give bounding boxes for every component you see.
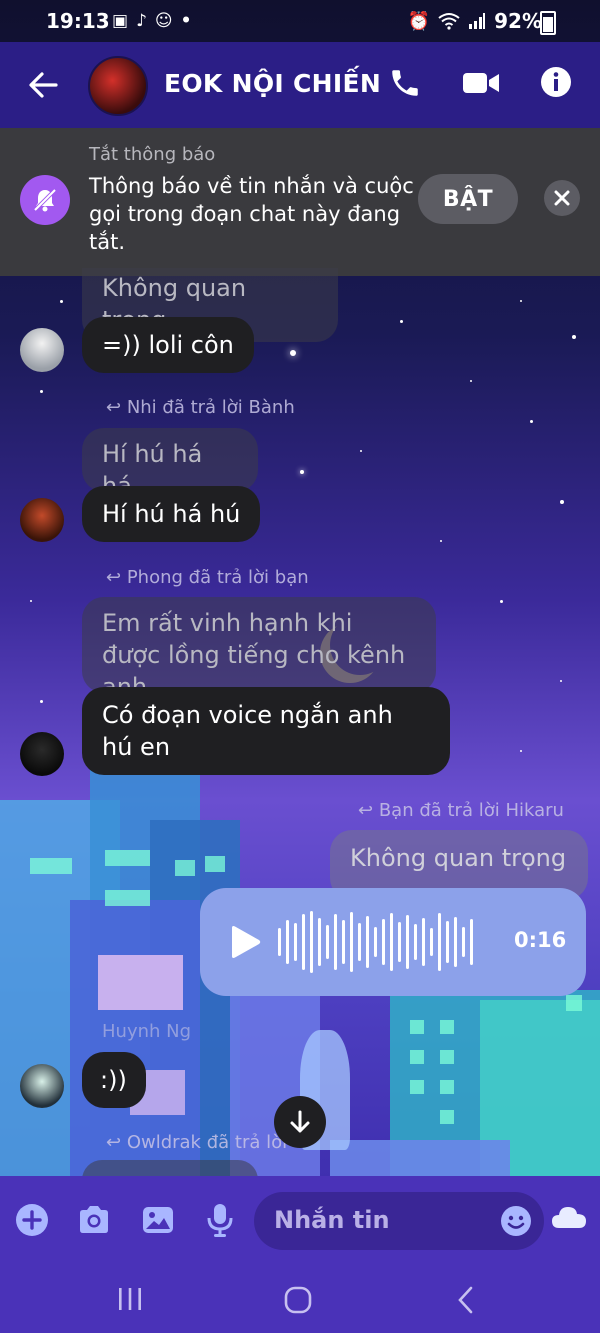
- more-actions-button[interactable]: [14, 1202, 50, 1238]
- message-bubble[interactable]: Có đoạn voice ngắn anh hú en: [82, 687, 450, 775]
- message-bubble[interactable]: Hí hú há hú: [82, 486, 261, 542]
- home-button[interactable]: [284, 1286, 312, 1318]
- back-nav-button[interactable]: [456, 1286, 476, 1318]
- emoji-button[interactable]: [500, 1205, 532, 1241]
- message-text: =)) loli côn: [102, 331, 234, 359]
- back-button[interactable]: [26, 68, 60, 108]
- signal-icon: [469, 13, 486, 29]
- banner-text: Thông báo về tin nhắn và cuộc gọi trong …: [89, 174, 414, 254]
- arrow-down-icon: [290, 1110, 310, 1133]
- chat-header: EOK NỘI CHIẾN: [0, 42, 600, 128]
- camera-icon: [80, 1206, 108, 1233]
- chevron-left-icon: [458, 1286, 473, 1314]
- tiktok-icon: ♪: [136, 11, 147, 31]
- reply-label-text: Phong đã trả lời bạn: [126, 567, 309, 588]
- reply-indicator: ↩ Phong đã trả lời bạn: [106, 567, 309, 588]
- info-icon: [541, 67, 571, 97]
- gallery-icon: ▣: [112, 11, 129, 31]
- reply-indicator: ↩ Nhi đã trả lời Bành: [106, 397, 295, 418]
- banner-label: Tắt thông báo: [89, 144, 216, 165]
- close-icon: [554, 190, 570, 206]
- quick-reaction-button[interactable]: [550, 1202, 588, 1238]
- reply-indicator: ↩ Bạn đã trả lời Hikaru: [358, 800, 564, 821]
- gallery-button[interactable]: [140, 1202, 176, 1238]
- dot-icon: •: [180, 11, 192, 31]
- video-call-button[interactable]: [462, 66, 500, 100]
- audio-waveform[interactable]: [278, 910, 490, 974]
- chat-title[interactable]: EOK NỘI CHIẾN: [164, 69, 381, 98]
- reply-arrow-icon: ↩: [106, 567, 127, 588]
- reply-indicator: ↩ Owldrak đã trả lời: [106, 1132, 287, 1153]
- notification-icons: ▣ ♪ ☺ •: [112, 11, 192, 31]
- status-time: 19:13: [46, 9, 110, 33]
- wifi-icon: [438, 13, 460, 30]
- avatar[interactable]: [20, 328, 64, 372]
- turn-on-notifications-button[interactable]: BẬT: [418, 174, 518, 224]
- message-text: :)): [100, 1066, 127, 1094]
- image-icon: [143, 1207, 173, 1233]
- status-bar: 19:13 ▣ ♪ ☺ • ⏰ 92%: [0, 0, 600, 42]
- group-avatar[interactable]: [88, 56, 148, 116]
- dismiss-banner-button[interactable]: [544, 180, 580, 216]
- system-navigation-bar: [0, 1266, 600, 1333]
- message-bubble[interactable]: :)): [82, 1052, 146, 1108]
- arrow-left-icon: [29, 72, 58, 98]
- quoted-text: Không quan trọng: [350, 844, 567, 872]
- alarm-icon: ⏰: [407, 10, 431, 32]
- home-icon: [284, 1286, 312, 1314]
- app-icon: ☺: [154, 11, 173, 31]
- voice-duration: 0:16: [514, 928, 567, 952]
- recent-apps-button[interactable]: [116, 1286, 144, 1316]
- message-text: Có đoạn voice ngắn anh hú en: [102, 701, 393, 761]
- plus-circle-icon: [16, 1204, 48, 1236]
- camera-button[interactable]: [76, 1202, 112, 1238]
- phone-icon: [392, 70, 418, 96]
- microphone-icon: [207, 1204, 233, 1237]
- message-text: Hí hú há hú: [102, 500, 241, 528]
- avatar[interactable]: [20, 498, 64, 542]
- muted-notification-banner: Tắt thông báo Thông báo về tin nhắn và c…: [0, 128, 600, 276]
- cloud-icon: [552, 1207, 586, 1228]
- voice-message[interactable]: 0:16: [200, 888, 586, 996]
- message-bubble[interactable]: =)) loli côn: [82, 317, 254, 373]
- message-composer: Nhắn tin: [0, 1176, 600, 1266]
- reply-label-text: Owldrak đã trả lời: [126, 1132, 288, 1153]
- avatar[interactable]: [20, 1064, 64, 1108]
- play-icon: [232, 926, 261, 958]
- scroll-to-bottom-button[interactable]: [274, 1096, 326, 1148]
- battery-icon: [540, 11, 556, 35]
- reply-arrow-icon: ↩: [106, 397, 127, 418]
- sender-name: Huynh Ng: [102, 1021, 192, 1042]
- video-camera-icon: [463, 73, 499, 93]
- bell-off-icon: [20, 175, 70, 225]
- reply-label-text: Nhi đã trả lời Bành: [126, 397, 295, 418]
- voice-record-button[interactable]: [206, 1202, 234, 1238]
- reply-arrow-icon: ↩: [358, 800, 379, 821]
- play-button[interactable]: [228, 924, 262, 964]
- message-input[interactable]: Nhắn tin: [254, 1192, 544, 1250]
- quoted-message[interactable]: Em rất vinh hạnh khi được lồng tiếng cho…: [82, 597, 436, 701]
- message-input-placeholder: Nhắn tin: [274, 1206, 390, 1234]
- recents-icon: [119, 1288, 141, 1310]
- reply-arrow-icon: ↩: [106, 1132, 127, 1153]
- avatar[interactable]: [20, 732, 64, 776]
- voice-call-button[interactable]: [388, 66, 422, 100]
- quoted-message[interactable]: Hí hú há há: [82, 428, 258, 500]
- chat-info-button[interactable]: [540, 66, 572, 100]
- reply-label-text: Bạn đã trả lời Hikaru: [378, 800, 564, 821]
- emoji-icon: [501, 1206, 531, 1236]
- battery-percent: 92%: [494, 9, 542, 33]
